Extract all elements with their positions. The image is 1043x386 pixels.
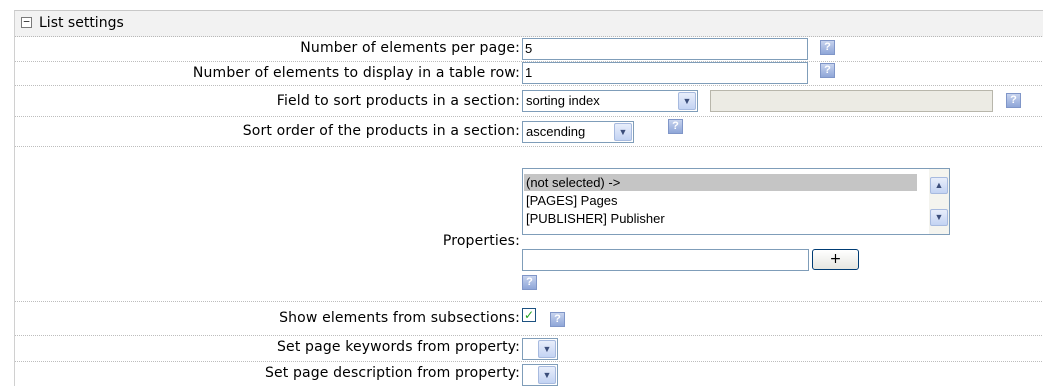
row-keywords-property: Set page keywords from property: ▼ bbox=[15, 335, 1043, 362]
row-sort-field: Field to sort products in a section: sor… bbox=[15, 85, 1043, 117]
description-property-select[interactable]: ▼ bbox=[522, 364, 558, 386]
sort-field-value: sorting index bbox=[526, 93, 600, 108]
properties-listbox[interactable]: (not selected) -> [PAGES] Pages [PUBLISH… bbox=[522, 168, 950, 235]
sort-field-select[interactable]: sorting index ▼ bbox=[522, 90, 698, 112]
show-subsections-label: Show elements from subsections: bbox=[279, 310, 520, 326]
elements-per-row-label: Number of elements to display in a table… bbox=[192, 65, 520, 81]
help-icon[interactable]: ? bbox=[550, 312, 565, 327]
chevron-down-icon[interactable]: ▼ bbox=[678, 92, 696, 110]
sort-field-label: Field to sort products in a section: bbox=[276, 93, 520, 109]
keywords-property-label: Set page keywords from property: bbox=[277, 339, 520, 355]
sort-order-value: ascending bbox=[526, 124, 586, 139]
chevron-down-icon[interactable]: ▼ bbox=[930, 209, 948, 226]
list-settings-panel: − List settings Number of elements per p… bbox=[14, 10, 1043, 386]
description-property-label: Set page description from property: bbox=[264, 365, 520, 381]
collapse-icon[interactable]: − bbox=[21, 16, 32, 28]
listbox-scrollbar[interactable]: ▲ ▼ bbox=[929, 169, 949, 234]
row-elements-per-row: Number of elements to display in a table… bbox=[15, 61, 1043, 86]
row-elements-per-page: Number of elements per page: 5 ? bbox=[15, 36, 1043, 62]
elements-per-row-input[interactable]: 1 bbox=[522, 62, 808, 84]
add-property-button[interactable]: + bbox=[812, 249, 859, 270]
chevron-down-icon[interactable]: ▼ bbox=[614, 123, 632, 141]
sort-order-label: Sort order of the products in a section: bbox=[242, 123, 520, 139]
properties-label: Properties: bbox=[442, 233, 520, 249]
chevron-down-icon[interactable]: ▼ bbox=[538, 340, 556, 358]
list-item[interactable]: (not selected) -> bbox=[524, 174, 917, 191]
list-item[interactable]: [PUBLISHER] Publisher bbox=[524, 210, 917, 227]
section-header[interactable]: − List settings bbox=[15, 11, 1043, 37]
section-title: List settings bbox=[39, 15, 124, 31]
list-item[interactable]: [PAGES] Pages bbox=[524, 192, 917, 209]
help-icon[interactable]: ? bbox=[820, 63, 835, 78]
elements-per-page-input[interactable]: 5 bbox=[522, 38, 808, 60]
row-sort-order: Sort order of the products in a section:… bbox=[15, 116, 1043, 147]
help-icon[interactable]: ? bbox=[1006, 93, 1021, 108]
help-icon[interactable]: ? bbox=[820, 40, 835, 55]
sort-order-select[interactable]: ascending ▼ bbox=[522, 121, 634, 143]
elements-per-page-label: Number of elements per page: bbox=[300, 40, 520, 56]
row-description-property: Set page description from property: ▼ bbox=[15, 361, 1043, 386]
keywords-property-select[interactable]: ▼ bbox=[522, 338, 558, 360]
help-icon[interactable]: ? bbox=[522, 275, 537, 290]
show-subsections-checkbox[interactable]: ✓ bbox=[522, 308, 536, 322]
help-icon[interactable]: ? bbox=[668, 119, 683, 134]
add-property-input[interactable] bbox=[522, 249, 809, 271]
custom-sort-field-input bbox=[710, 90, 993, 112]
chevron-down-icon[interactable]: ▼ bbox=[538, 366, 556, 384]
chevron-up-icon[interactable]: ▲ bbox=[930, 177, 948, 194]
